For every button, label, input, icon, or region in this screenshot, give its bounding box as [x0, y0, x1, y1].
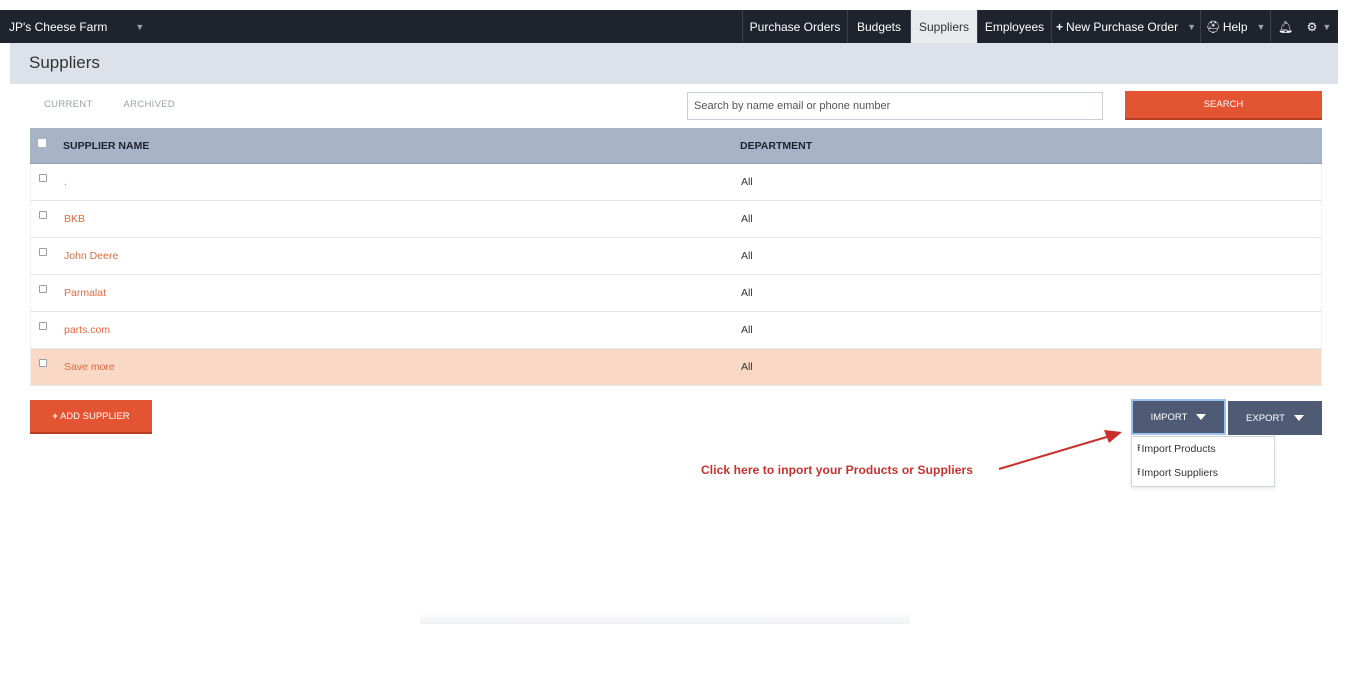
app-window: JP's Cheese Farm ▼ Purchase Orders Budge… — [0, 0, 1352, 682]
annotation-arrow — [998, 430, 1122, 470]
footer-shadow — [420, 612, 910, 624]
annotation-text: Click here to inport your Products or Su… — [701, 463, 974, 477]
